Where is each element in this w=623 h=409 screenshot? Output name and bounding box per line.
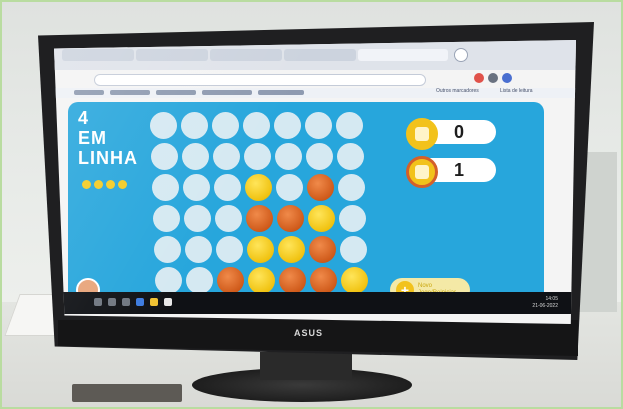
player2-score-panel: 1 — [406, 156, 496, 188]
bookmark-other[interactable]: Outros marcadores — [436, 88, 479, 94]
board-cell-yellow[interactable] — [247, 236, 274, 263]
photo-frame: ASUS Outros marcadores Lista de leitura … — [0, 0, 623, 409]
taskbar-clock[interactable]: 14:05 21-06-2022 — [532, 296, 558, 310]
player2-score: 1 — [454, 160, 465, 180]
board-cell-empty[interactable] — [337, 143, 364, 170]
game-title-line: LINHA — [78, 148, 138, 168]
board-cell-empty[interactable] — [185, 236, 212, 263]
board-cell-empty[interactable] — [243, 112, 270, 139]
board-cell-orange[interactable] — [310, 267, 337, 294]
board-cell-empty[interactable] — [152, 174, 179, 201]
board-cell-empty[interactable] — [212, 112, 239, 139]
browser-tab[interactable] — [136, 49, 208, 61]
board-cell-empty[interactable] — [214, 174, 241, 201]
explorer-icon[interactable] — [150, 298, 158, 306]
board-cell-empty[interactable] — [182, 143, 209, 170]
decor-dot — [82, 180, 91, 189]
monitor-brand: ASUS — [294, 328, 324, 338]
new-tab-button[interactable] — [454, 48, 468, 62]
board-cell-empty[interactable] — [305, 112, 332, 139]
board-cell-empty[interactable] — [155, 267, 182, 294]
board-cell-empty[interactable] — [216, 236, 243, 263]
player1-score: 0 — [454, 122, 465, 142]
board-cell-empty[interactable] — [181, 112, 208, 139]
windows-taskbar: 14:05 21-06-2022 — [54, 292, 576, 314]
clock-time: 14:05 — [545, 296, 558, 302]
board-cell-yellow[interactable] — [308, 205, 335, 232]
extension-icon[interactable] — [474, 73, 484, 83]
board-cell-empty[interactable] — [244, 143, 271, 170]
decor-dot — [106, 180, 115, 189]
board-cell-empty[interactable] — [154, 236, 181, 263]
board-cell-empty[interactable] — [184, 205, 211, 232]
taskview-icon[interactable] — [122, 298, 130, 306]
board-cell-empty[interactable] — [336, 112, 363, 139]
bookmark-item[interactable] — [258, 90, 304, 95]
browser-tab[interactable] — [62, 49, 134, 61]
board-cell-empty[interactable] — [151, 143, 178, 170]
player1-avatar-icon — [406, 118, 438, 150]
board-cell-empty[interactable] — [340, 236, 367, 263]
bookmark-item[interactable] — [74, 90, 104, 95]
chrome-icon[interactable] — [164, 298, 172, 306]
board-cell-orange[interactable] — [217, 267, 244, 294]
player1-score-panel: 0 — [406, 118, 496, 150]
player2-avatar-icon — [406, 156, 438, 188]
bookmark-item[interactable] — [202, 90, 252, 95]
monitor-stand-neck — [260, 352, 352, 380]
board-cell-empty[interactable] — [338, 174, 365, 201]
board-cell-orange[interactable] — [246, 205, 273, 232]
address-bar[interactable] — [94, 74, 426, 86]
board-cell-yellow[interactable] — [248, 267, 275, 294]
bookmark-reading-list[interactable]: Lista de leitura — [500, 88, 533, 94]
browser-tab[interactable] — [284, 49, 356, 61]
board-cell-empty[interactable] — [213, 143, 240, 170]
bookmark-item[interactable] — [110, 90, 150, 95]
board-cell-empty[interactable] — [215, 205, 242, 232]
edge-icon[interactable] — [136, 298, 144, 306]
board-cell-orange[interactable] — [307, 174, 334, 201]
monitor-screen: Outros marcadores Lista de leitura 4 EM … — [54, 40, 576, 324]
search-icon[interactable] — [108, 298, 116, 306]
game-title: 4 EM LINHA — [78, 108, 138, 168]
start-icon[interactable] — [94, 298, 102, 306]
game-title-line: EM — [78, 128, 107, 148]
game-title-line: 4 — [78, 108, 90, 128]
board-cell-orange[interactable] — [279, 267, 306, 294]
board-cell-orange[interactable] — [309, 236, 336, 263]
board-cell-orange[interactable] — [277, 205, 304, 232]
game-board — [150, 112, 390, 294]
board-cell-yellow[interactable] — [245, 174, 272, 201]
board-cell-empty[interactable] — [153, 205, 180, 232]
decor-dot — [94, 180, 103, 189]
book — [72, 384, 182, 402]
board-cell-empty[interactable] — [274, 112, 301, 139]
bookmark-item[interactable] — [156, 90, 196, 95]
browser-tab-active[interactable] — [358, 49, 448, 61]
game-app: 4 EM LINHA 0 1 + Novo Jogo/Rei — [68, 102, 544, 312]
extension-icon[interactable] — [488, 73, 498, 83]
new-game-label-line: Novo — [418, 283, 433, 289]
board-cell-empty[interactable] — [186, 267, 213, 294]
board-cell-empty[interactable] — [306, 143, 333, 170]
board-cell-empty[interactable] — [275, 143, 302, 170]
board-cell-yellow[interactable] — [278, 236, 305, 263]
board-cell-empty[interactable] — [339, 205, 366, 232]
browser-tab[interactable] — [210, 49, 282, 61]
title-dots — [82, 176, 130, 194]
board-cell-yellow[interactable] — [341, 267, 368, 294]
clock-date: 21-06-2022 — [532, 303, 558, 309]
profile-avatar[interactable] — [502, 73, 512, 83]
board-cell-empty[interactable] — [276, 174, 303, 201]
board-cell-empty[interactable] — [150, 112, 177, 139]
board-cell-empty[interactable] — [183, 174, 210, 201]
decor-dot — [118, 180, 127, 189]
